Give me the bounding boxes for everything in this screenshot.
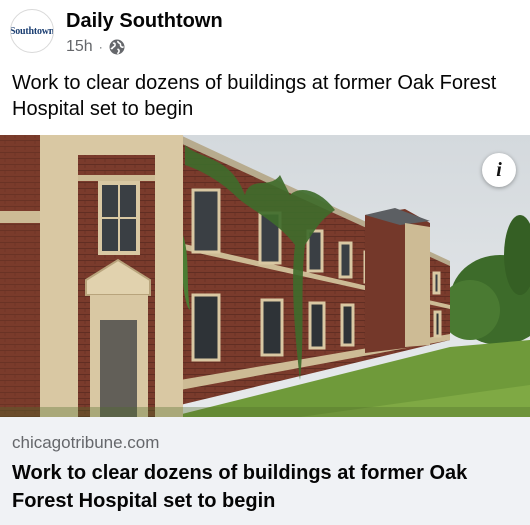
globe-icon <box>109 39 125 55</box>
avatar-logo-text: Southtown <box>10 25 54 37</box>
link-domain: chicagotribune.com <box>12 433 160 452</box>
post-meta: 15h · <box>66 38 125 56</box>
link-preview-card[interactable]: chicagotribune.com Work to clear dozens … <box>0 417 530 525</box>
info-button[interactable]: i <box>482 153 516 187</box>
page-avatar[interactable]: Southtown <box>10 9 54 53</box>
building-photo <box>0 135 530 417</box>
meta-separator: · <box>98 40 103 54</box>
info-icon: i <box>496 158 502 181</box>
link-preview-image[interactable]: i <box>0 135 530 417</box>
link-title[interactable]: Work to clear dozens of buildings at for… <box>12 459 522 515</box>
post-message: Work to clear dozens of buildings at for… <box>12 72 497 120</box>
post-header: Southtown Daily Southtown 15h · <box>0 0 530 66</box>
post-timestamp[interactable]: 15h <box>66 38 93 56</box>
page-name-link[interactable]: Daily Southtown <box>66 10 223 33</box>
